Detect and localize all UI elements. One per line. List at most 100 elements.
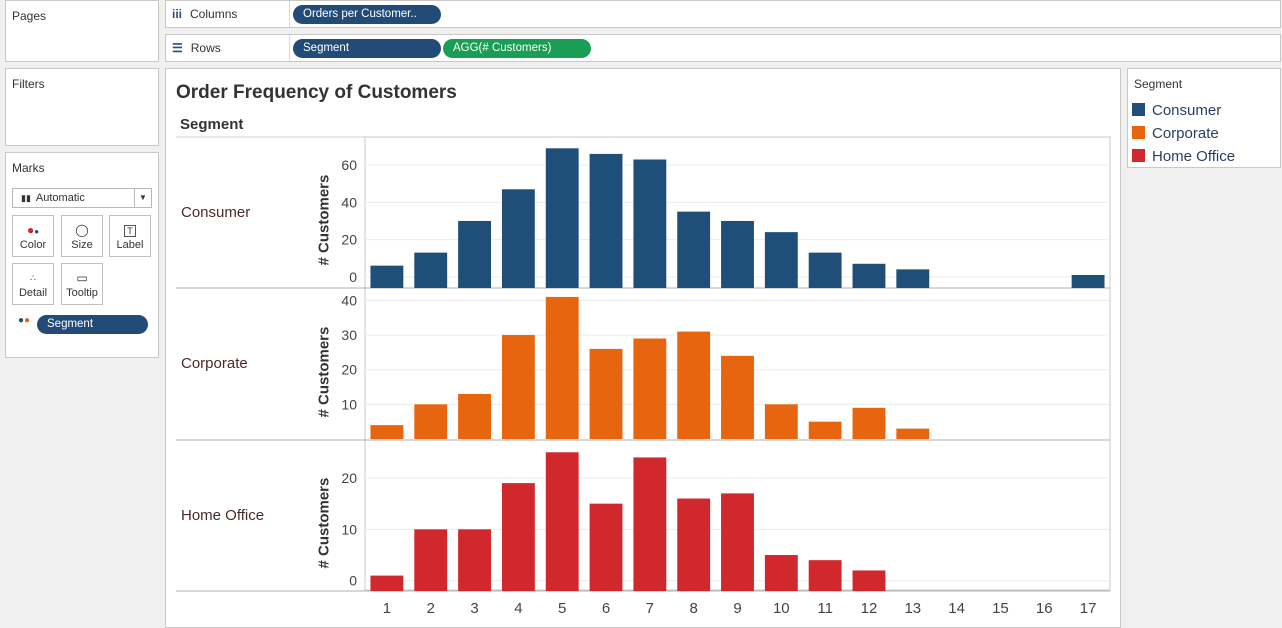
bar bbox=[808, 560, 842, 591]
mark-type-value: Automatic bbox=[35, 192, 85, 204]
size-icon: ◯ bbox=[75, 223, 89, 237]
detail-button[interactable]: ∴ Detail bbox=[12, 263, 54, 305]
y-tick-label: 20 bbox=[341, 232, 357, 248]
columns-icon: iii bbox=[172, 7, 183, 21]
bar bbox=[545, 296, 579, 439]
bar bbox=[589, 153, 623, 288]
bar bbox=[896, 269, 930, 288]
legend-item-consumer[interactable]: Consumer bbox=[1132, 101, 1221, 121]
pages-card[interactable]: Pages bbox=[5, 0, 159, 62]
label-button[interactable]: T Label bbox=[109, 215, 151, 257]
rows-pill-agg-customers[interactable]: AGG(# Customers) bbox=[443, 39, 591, 58]
bar bbox=[808, 421, 842, 439]
bar bbox=[633, 338, 667, 439]
bar bbox=[414, 252, 448, 288]
bar-chart: 020406010203040010201 2 3 4 5 6 7 8 9 10 11 12 13 14 1… bbox=[176, 136, 1111, 617]
bar bbox=[721, 493, 754, 591]
bar bbox=[852, 263, 886, 288]
detail-dots-icon: ∴ bbox=[30, 273, 36, 283]
bar bbox=[458, 393, 491, 439]
bar bbox=[458, 529, 491, 591]
bar bbox=[589, 503, 623, 591]
bar bbox=[633, 159, 667, 288]
filters-card[interactable]: Filters bbox=[5, 68, 159, 146]
viz-card: Order Frequency of Customers Segment Con… bbox=[165, 68, 1121, 628]
columns-pill[interactable]: Orders per Customer.. bbox=[293, 5, 441, 24]
x-tick-label: 16 bbox=[1036, 600, 1053, 617]
x-tick-label: 4 bbox=[514, 600, 522, 617]
bar bbox=[721, 355, 754, 439]
x-tick-label: 13 bbox=[904, 600, 921, 617]
legend-label: Consumer bbox=[1152, 102, 1222, 119]
x-tick-label: 3 bbox=[470, 600, 478, 617]
rows-pill-segment[interactable]: Segment bbox=[293, 39, 441, 58]
columns-shelf[interactable]: iii Columns Orders per Customer.. bbox=[165, 0, 1281, 28]
bar bbox=[501, 189, 535, 288]
mark-type-dropdown[interactable]: ▮▮ Automatic ▼ bbox=[12, 188, 152, 208]
bar bbox=[764, 404, 798, 439]
x-tick-label: 6 bbox=[602, 600, 610, 617]
bar bbox=[764, 555, 798, 591]
x-tick-label: 9 bbox=[733, 600, 741, 617]
bar bbox=[677, 211, 711, 288]
y-tick-label: 40 bbox=[341, 194, 357, 210]
y-tick-label: 10 bbox=[341, 396, 357, 412]
bar bbox=[721, 220, 754, 288]
bar bbox=[501, 483, 535, 591]
legend-swatch bbox=[1132, 149, 1145, 162]
filters-title: Filters bbox=[12, 77, 45, 91]
rows-icon: ☰ bbox=[172, 41, 183, 55]
bar bbox=[501, 335, 535, 439]
bar bbox=[545, 148, 579, 288]
bar bbox=[896, 428, 930, 439]
bar bbox=[1071, 274, 1105, 288]
bar bbox=[414, 404, 448, 439]
legend-item-corporate[interactable]: Corporate bbox=[1132, 124, 1219, 144]
speech-bubble-icon: ▭ bbox=[76, 271, 88, 285]
x-tick-label: 12 bbox=[861, 600, 878, 617]
y-tick-label: 20 bbox=[341, 362, 357, 378]
x-tick-label: 10 bbox=[773, 600, 790, 617]
legend-item-home-office[interactable]: Home Office bbox=[1132, 147, 1235, 167]
text-label-icon: T bbox=[110, 221, 150, 239]
bar bbox=[414, 529, 448, 591]
columns-label: Columns bbox=[190, 7, 238, 21]
bar bbox=[852, 570, 886, 591]
x-tick-label: 15 bbox=[992, 600, 1009, 617]
segment-legend: Segment Consumer Corporate Home Office bbox=[1127, 68, 1281, 168]
rows-shelf[interactable]: ☰ Rows Segment AGG(# Customers) bbox=[165, 34, 1281, 62]
bar bbox=[370, 425, 404, 439]
detail-label: Detail bbox=[18, 287, 48, 299]
y-tick-label: 0 bbox=[349, 269, 357, 285]
tooltip-label: Tooltip bbox=[66, 287, 98, 299]
color-button[interactable]: ●● Color bbox=[12, 215, 54, 257]
size-button[interactable]: ◯ Size bbox=[61, 215, 103, 257]
segment-marks-pill[interactable]: Segment bbox=[37, 315, 148, 334]
tooltip-button[interactable]: ▭ Tooltip bbox=[61, 263, 103, 305]
y-tick-label: 60 bbox=[341, 157, 357, 173]
pages-title: Pages bbox=[12, 9, 47, 23]
x-tick-label: 8 bbox=[690, 600, 698, 617]
legend-label: Home Office bbox=[1152, 148, 1236, 165]
x-tick-label: 11 bbox=[817, 600, 833, 617]
marks-card: Marks ▮▮ Automatic ▼ ●● Color ◯ Size T La… bbox=[5, 152, 159, 358]
x-tick-label: 1 bbox=[383, 600, 391, 617]
chevron-down-icon[interactable]: ▼ bbox=[134, 189, 151, 207]
bar bbox=[852, 407, 886, 439]
y-tick-label: 30 bbox=[341, 327, 357, 343]
y-tick-label: 10 bbox=[341, 521, 357, 537]
color-label: Color bbox=[19, 239, 47, 251]
x-tick-label: 17 bbox=[1080, 600, 1097, 617]
legend-label: Corporate bbox=[1152, 125, 1219, 142]
marks-title: Marks bbox=[12, 161, 45, 175]
y-tick-label: 40 bbox=[341, 292, 357, 308]
x-tick-label: 14 bbox=[948, 600, 965, 617]
bar bbox=[370, 575, 404, 591]
bar bbox=[545, 452, 579, 591]
legend-swatch bbox=[1132, 103, 1145, 116]
bar bbox=[458, 220, 491, 288]
bar bbox=[589, 348, 623, 439]
bar bbox=[633, 457, 667, 591]
legend-swatch bbox=[1132, 126, 1145, 139]
size-label: Size bbox=[71, 239, 93, 251]
